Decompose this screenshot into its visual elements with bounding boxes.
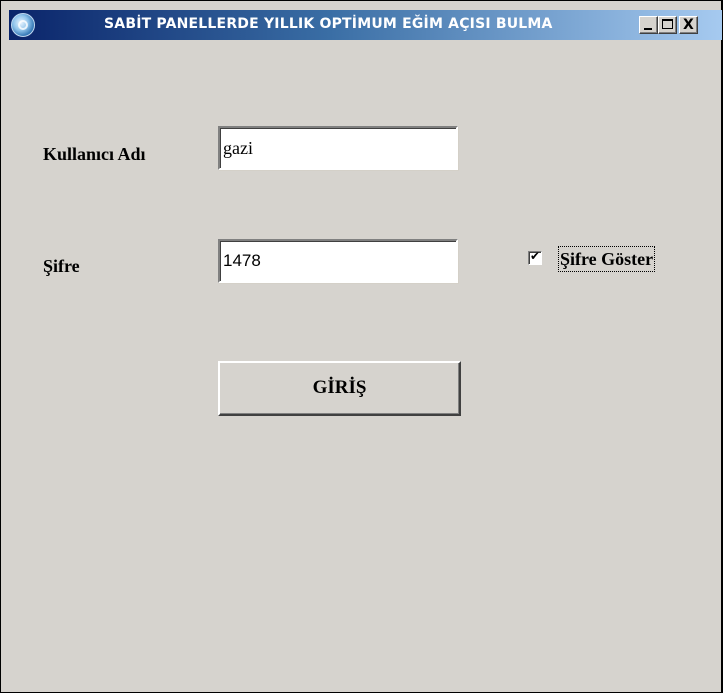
password-label: Şifre bbox=[43, 256, 80, 276]
show-password-label[interactable]: Şifre Göster bbox=[558, 246, 656, 272]
username-label: Kullanıcı Adı bbox=[43, 144, 146, 164]
app-icon[interactable] bbox=[11, 13, 35, 37]
close-button[interactable]: X bbox=[679, 16, 698, 34]
login-button[interactable]: GİRİŞ bbox=[218, 361, 461, 416]
maximize-button[interactable] bbox=[658, 16, 677, 34]
close-icon: X bbox=[683, 17, 694, 33]
app-window: SABİT PANELLERDE YILLIK OPTİMUM EĞİM AÇI… bbox=[0, 0, 723, 693]
check-icon: ✔ bbox=[530, 249, 541, 263]
username-input[interactable] bbox=[218, 126, 458, 170]
minimize-button[interactable] bbox=[639, 16, 658, 34]
checkbox-box[interactable]: ✔ bbox=[528, 249, 542, 265]
password-input[interactable] bbox=[218, 239, 458, 283]
window-title: SABİT PANELLERDE YILLIK OPTİMUM EĞİM AÇI… bbox=[104, 16, 553, 32]
title-bar[interactable]: SABİT PANELLERDE YILLIK OPTİMUM EĞİM AÇI… bbox=[9, 10, 722, 40]
